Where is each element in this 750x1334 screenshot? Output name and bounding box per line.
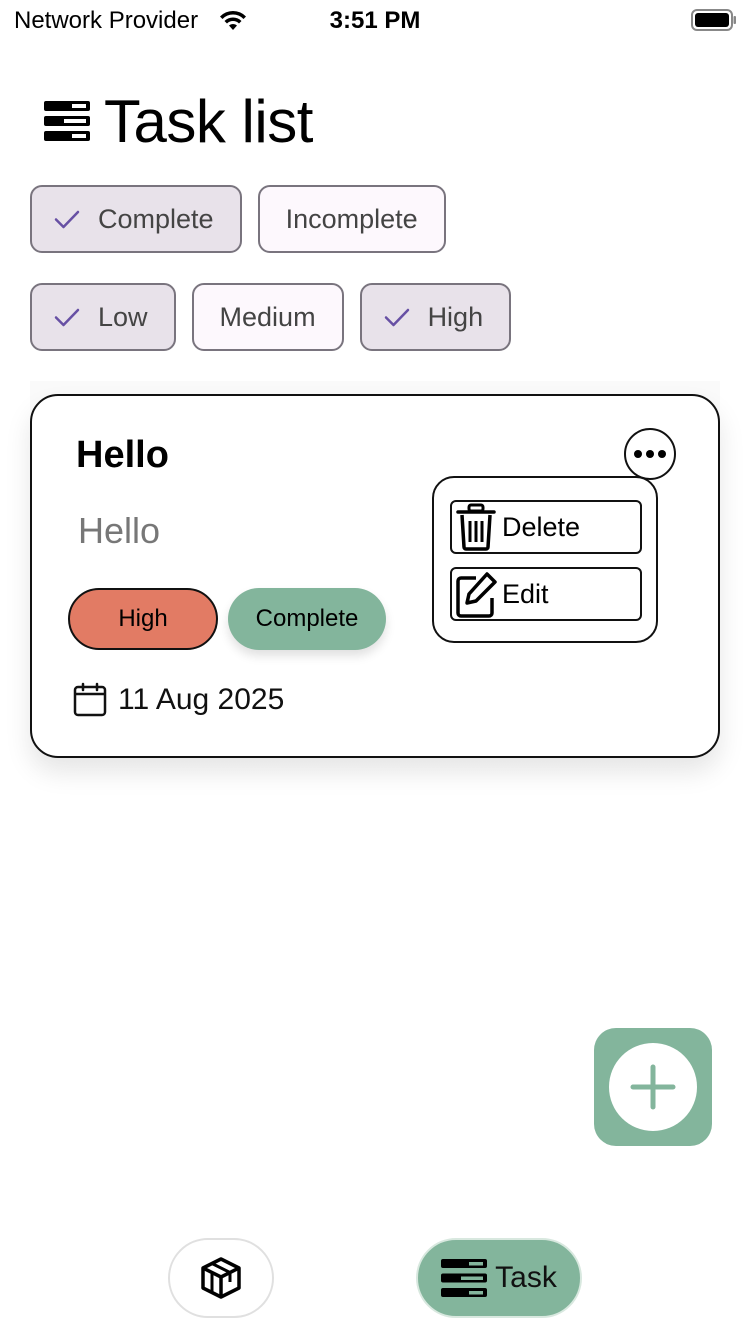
delete-label: Delete	[502, 511, 581, 542]
edit-menu-item[interactable]: Edit	[450, 567, 642, 621]
task-date-text: 11 Aug 2025	[118, 683, 285, 716]
edit-icon	[456, 572, 497, 618]
check-icon	[54, 210, 80, 229]
nav-task-button[interactable]: Task	[416, 1238, 582, 1318]
page-header: Task list	[44, 86, 313, 156]
more-horizontal-icon	[634, 450, 666, 458]
task-description: Hello	[78, 510, 161, 551]
task-options-menu: Delete Edit	[432, 476, 658, 643]
filter-chip-medium[interactable]: Medium	[191, 283, 344, 351]
filter-chip-incomplete[interactable]: Incomplete	[257, 185, 446, 253]
filter-chip-complete[interactable]: Complete	[30, 185, 242, 253]
plus-icon	[630, 1064, 676, 1110]
filter-chip-label: Medium	[219, 301, 316, 332]
filter-chip-label: Complete	[98, 203, 214, 234]
add-task-button[interactable]	[594, 1028, 712, 1146]
status-time: 3:51 PM	[329, 7, 421, 34]
battery-icon	[691, 9, 736, 31]
task-list-icon	[44, 101, 90, 141]
status-bar: Network Provider 3:51 PM	[0, 0, 750, 42]
task-list-icon	[441, 1259, 488, 1297]
task-date: 11 Aug 2025	[72, 682, 284, 718]
page-title: Task list	[104, 87, 313, 155]
filter-chip-label: Low	[98, 301, 148, 332]
check-icon	[384, 308, 409, 327]
nav-home-button[interactable]	[168, 1238, 274, 1318]
edit-label: Edit	[502, 578, 549, 609]
priority-filter-row: Low Medium High	[30, 283, 512, 351]
task-title: Hello	[76, 434, 169, 476]
filter-chip-low[interactable]: Low	[30, 283, 176, 351]
delete-menu-item[interactable]: Delete	[450, 500, 642, 554]
filter-chip-label: High	[427, 301, 484, 332]
filter-chip-high[interactable]: High	[359, 283, 512, 351]
cube-icon	[201, 1257, 241, 1299]
trash-icon	[456, 503, 496, 551]
nav-task-label: Task	[495, 1261, 557, 1294]
filter-chip-label: Incomplete	[285, 203, 418, 234]
status-tag: Complete	[228, 588, 386, 650]
priority-tag: High	[68, 588, 218, 650]
status-filter-row: Complete Incomplete	[30, 185, 446, 253]
more-options-button[interactable]	[624, 428, 676, 480]
check-icon	[54, 308, 80, 327]
calendar-icon	[73, 682, 107, 717]
fab-inner	[609, 1043, 697, 1131]
